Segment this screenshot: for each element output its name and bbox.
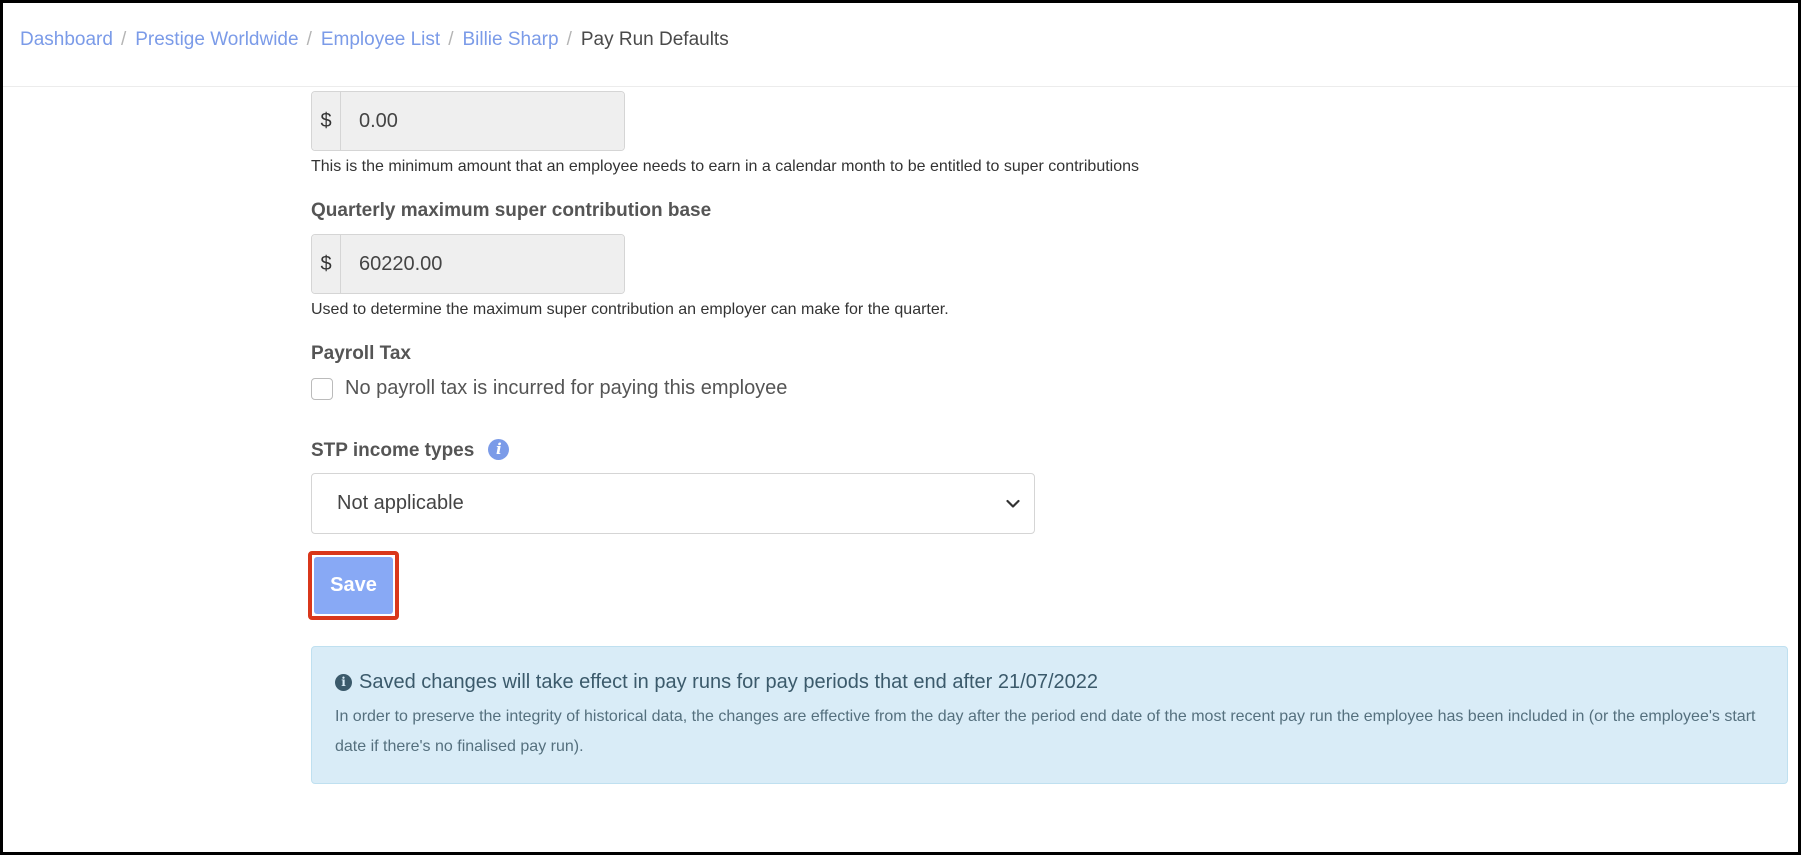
chevron-down-icon (1006, 499, 1020, 509)
monthly-threshold-help: This is the minimum amount that an emplo… (311, 158, 1140, 175)
quarterly-max-input-group: $ (311, 234, 625, 294)
breadcrumb-employee-list[interactable]: Employee List (321, 29, 440, 50)
currency-addon: $ (312, 235, 341, 293)
monthly-threshold-input-group: $ (311, 91, 625, 151)
quarterly-max-help: Used to determine the maximum super cont… (311, 301, 949, 318)
effective-date-notice: i Saved changes will take effect in pay r… (311, 646, 1788, 784)
breadcrumb: Dashboard / Prestige Worldwide / Employee Li… (20, 29, 1798, 51)
breadcrumb-current-page: Pay Run Defaults (580, 29, 729, 50)
currency-addon: $ (312, 92, 341, 150)
breadcrumb-separator: / (448, 29, 454, 50)
breadcrumb-separator: / (306, 29, 312, 50)
save-button[interactable]: Save (314, 557, 393, 614)
monthly-threshold-input[interactable] (341, 92, 624, 150)
notice-title-row: i Saved changes will take effect in pay r… (335, 671, 1764, 694)
breadcrumb-billie-sharp[interactable]: Billie Sharp (462, 29, 558, 50)
payroll-tax-label: Payroll Tax (311, 343, 411, 364)
payroll-tax-checkbox[interactable] (311, 377, 333, 400)
breadcrumb-separator: / (566, 29, 572, 50)
quarterly-max-label: Quarterly maximum super contribution bas… (311, 200, 712, 221)
stp-income-types-selected: Not applicable (337, 492, 464, 514)
breadcrumb-prestige-worldwide[interactable]: Prestige Worldwide (135, 29, 298, 50)
stp-income-types-label: STP income types (311, 440, 475, 461)
info-circle-icon[interactable]: i (488, 439, 510, 460)
breadcrumb-separator: / (120, 29, 127, 50)
quarterly-max-input[interactable] (341, 235, 624, 293)
header-divider (3, 86, 1798, 87)
breadcrumb-dashboard[interactable]: Dashboard (20, 29, 113, 50)
payroll-tax-checkbox-row: No payroll tax is incurred for paying th… (311, 377, 787, 400)
stp-income-types-label-row: STP income types i (311, 439, 510, 462)
info-circle-icon: i (335, 674, 352, 691)
stp-income-types-select[interactable]: Not applicable (311, 473, 1035, 534)
notice-title: Saved changes will take effect in pay ru… (359, 671, 1098, 693)
payroll-tax-checkbox-label[interactable]: No payroll tax is incurred for paying th… (345, 377, 787, 400)
notice-body: In order to preserve the integrity of hi… (335, 708, 1756, 755)
